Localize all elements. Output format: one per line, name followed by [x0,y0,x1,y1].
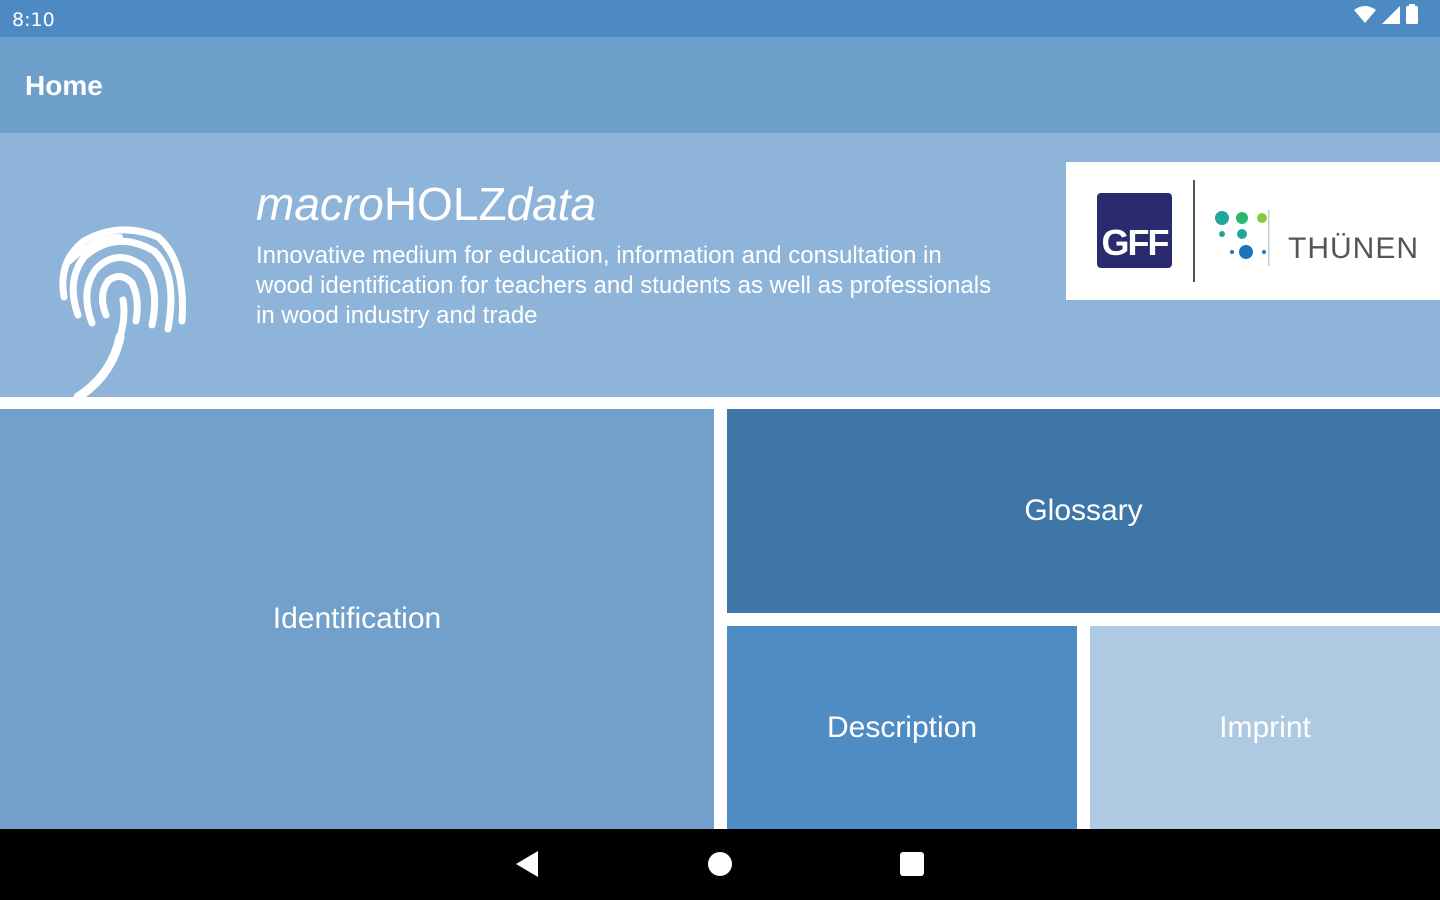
recents-icon[interactable] [897,849,927,879]
header-banner: macroHOLZdata Innovative medium for educ… [0,133,1440,402]
tile-separator [0,397,1440,409]
logo-divider [1193,180,1195,282]
app-bar: Home [0,37,1440,133]
fingerprint-tree-icon [40,225,190,402]
identification-label: Identification [272,602,442,635]
page-title: Home [25,70,103,101]
glossary-tile[interactable]: Glossary [727,409,1440,613]
description-label: Description [826,710,978,744]
identification-tile[interactable]: Identification [0,409,714,829]
brand-part-data: data [506,178,597,230]
back-icon[interactable] [512,849,542,879]
imprint-tile[interactable]: Imprint [1090,626,1440,829]
thuenen-logo-icon [1214,208,1270,273]
wifi-icon [1354,6,1376,29]
thuenen-wordmark: THÜNEN [1288,232,1419,265]
imprint-label: Imprint [1219,710,1311,744]
gff-logo: GFF [1097,193,1172,268]
description-tile[interactable]: Description [727,626,1077,829]
status-bar: 8:10 [0,0,1440,37]
glossary-label: Glossary [1024,494,1143,527]
app-brand-title: macroHOLZdata [256,177,596,231]
system-nav-bar [0,829,1440,900]
status-time: 8:10 [12,9,55,31]
brand-part-holz: HOLZ [383,178,507,230]
status-icons [1354,4,1418,29]
app-tagline: Innovative medium for education, informa… [256,242,992,329]
home-icon[interactable] [705,849,735,879]
partner-logos: GFF THÜNEN [1066,162,1440,300]
battery-icon [1406,4,1418,29]
brand-part-macro: macro [256,178,384,230]
cellular-signal-icon [1382,6,1400,29]
